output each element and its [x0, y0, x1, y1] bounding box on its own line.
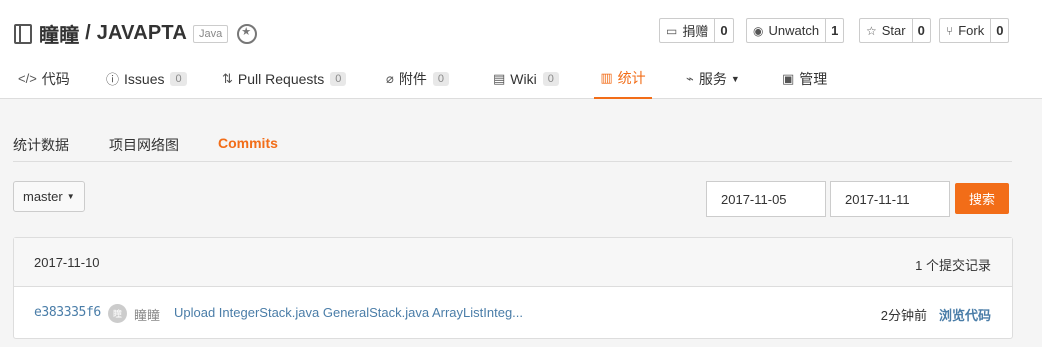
subtab-statistics-data[interactable]: 统计数据: [13, 135, 69, 155]
branch-select[interactable]: master ▼: [13, 181, 85, 212]
fork-count[interactable]: 0: [990, 19, 1008, 42]
commit-row: e383335f6 瞳 瞳瞳 Upload IntegerStack.java …: [14, 288, 1012, 338]
tab-code-label: 代码: [41, 70, 70, 87]
repo-owner[interactable]: 瞳瞳: [39, 19, 79, 48]
star-icon: ☆: [866, 23, 877, 38]
tab-manage-label: 管理: [799, 70, 828, 87]
fork-button[interactable]: ⑂ Fork 0: [939, 18, 1010, 43]
chevron-down-icon: ▼: [730, 73, 740, 84]
pull-request-icon: ⇅: [222, 70, 233, 86]
repo-name[interactable]: JAVAPTA: [97, 22, 187, 45]
commit-count: 1 个提交记录: [915, 258, 991, 273]
tab-wiki-label: Wiki: [510, 70, 537, 87]
commit-panel-header: 2017-11-10 1 个提交记录: [14, 238, 1012, 287]
start-date-input[interactable]: [706, 181, 826, 217]
commit-message-link[interactable]: Upload IntegerStack.java GeneralStack.ja…: [174, 305, 523, 320]
repo-nav: </> 代码 ⓘ Issues 0 ⇅ Pull Requests 0 ⌀ 附件…: [0, 58, 1042, 99]
repo-book-icon: [14, 23, 32, 44]
chart-icon: ▥: [600, 69, 613, 85]
subtab-network-graph[interactable]: 项目网络图: [109, 135, 179, 155]
tab-statistics[interactable]: ▥ 统计: [594, 58, 652, 99]
issues-count-badge: 0: [170, 71, 187, 86]
end-date-input[interactable]: [830, 181, 950, 217]
tab-issues[interactable]: ⓘ Issues 0: [106, 58, 187, 99]
stats-subnav: 统计数据 项目网络图 Commits: [13, 124, 1012, 162]
tab-services-label: 服务: [698, 70, 727, 87]
tab-manage[interactable]: ▣ 管理: [782, 58, 827, 99]
award-icon[interactable]: [237, 23, 258, 44]
branch-label: master: [23, 189, 63, 204]
eye-icon: ◉: [753, 23, 764, 38]
avatar[interactable]: 瞳: [108, 304, 127, 323]
fork-icon: ⑂: [946, 23, 954, 38]
watch-count[interactable]: 1: [825, 19, 843, 42]
repo-title: 瞳瞳 / JAVAPTA Java: [14, 19, 258, 48]
unwatch-button[interactable]: ◉ Unwatch 1: [746, 18, 845, 43]
tab-services[interactable]: ⌁ 服务 ▼: [686, 58, 740, 99]
donate-icon: ▭: [666, 23, 678, 38]
commit-panel: 2017-11-10 1 个提交记录 e383335f6 瞳 瞳瞳 Upload…: [13, 237, 1013, 339]
tab-attachments[interactable]: ⌀ 附件 0: [386, 58, 449, 99]
repo-header: 瞳瞳 / JAVAPTA Java ▭ 捐赠 0 ◉ Unwatch 1 ☆ Star…: [0, 0, 1042, 99]
tab-code[interactable]: </> 代码: [18, 58, 70, 99]
commit-author[interactable]: 瞳瞳: [134, 305, 160, 324]
donate-label: 捐赠: [682, 24, 709, 39]
subtab-commits[interactable]: Commits: [218, 135, 278, 151]
search-button[interactable]: 搜索: [955, 183, 1009, 214]
language-badge[interactable]: Java: [192, 24, 229, 43]
manage-icon: ▣: [782, 70, 795, 86]
pull-requests-count-badge: 0: [330, 71, 347, 86]
issue-icon: ⓘ: [106, 72, 120, 87]
attachments-count-badge: 0: [432, 71, 449, 86]
star-count[interactable]: 0: [911, 19, 930, 42]
chevron-down-icon: ▼: [66, 192, 75, 201]
attachment-icon: ⌀: [386, 70, 394, 86]
unwatch-label: Unwatch: [768, 23, 820, 38]
pulse-icon: ⌁: [686, 70, 694, 86]
donate-button[interactable]: ▭ 捐赠 0: [659, 18, 734, 43]
tab-pull-requests[interactable]: ⇅ Pull Requests 0: [222, 58, 347, 99]
commit-time: 2分钟前: [880, 308, 927, 323]
tab-issues-label: Issues: [124, 70, 165, 87]
wiki-count-badge: 0: [542, 71, 559, 86]
star-button[interactable]: ☆ Star 0: [859, 18, 931, 43]
commit-sha-link[interactable]: e383335f6: [34, 305, 101, 320]
donate-count[interactable]: 0: [714, 19, 732, 42]
fork-label: Fork: [958, 23, 985, 38]
star-label: Star: [881, 23, 906, 38]
browse-code-link[interactable]: 浏览代码: [939, 305, 991, 324]
tab-wiki[interactable]: ▤ Wiki 0: [493, 58, 559, 99]
repo-separator: /: [79, 22, 97, 44]
tab-statistics-label: 统计: [617, 69, 646, 86]
wiki-icon: ▤: [493, 70, 506, 86]
commit-date: 2017-11-10: [34, 255, 100, 270]
code-icon: </>: [18, 71, 37, 86]
tab-attachments-label: 附件: [398, 70, 427, 87]
tab-pull-requests-label: Pull Requests: [237, 70, 325, 87]
